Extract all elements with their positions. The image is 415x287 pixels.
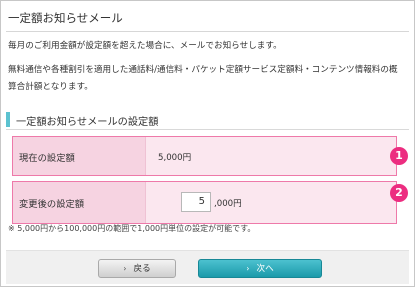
- title-divider: [6, 31, 409, 32]
- section-title: 一定額お知らせメールの設定額: [16, 117, 159, 128]
- new-amount-label-cell: 変更後の設定額: [13, 182, 146, 223]
- next-button-label: 次へ: [256, 264, 274, 274]
- new-amount-input[interactable]: 5: [181, 192, 211, 212]
- section-accent-bar: [6, 112, 10, 127]
- chevron-right-icon: ›: [246, 264, 250, 273]
- description-line-2: 無料通信や各種割引を適用した通話料/通信料・パケット定額サービス定額料・コンテン…: [8, 65, 398, 75]
- current-amount-label-cell: 現在の設定額: [13, 137, 146, 175]
- chevron-right-icon: ›: [123, 264, 127, 273]
- callout-badge-2: 2: [390, 184, 408, 202]
- description-line-1: 毎月のご利用金額が設定額を超えた場合に、メールでお知らせします。: [8, 41, 282, 51]
- new-amount-row: 変更後の設定額 5 ,000円: [12, 181, 397, 224]
- section-header: 一定額お知らせメールの設定額: [6, 111, 409, 130]
- current-amount-label: 現在の設定額: [19, 153, 75, 164]
- current-amount-row: 現在の設定額 5,000円: [12, 136, 397, 176]
- current-amount-value: 5,000円: [158, 153, 192, 163]
- description-line-3: 算合計額となります。: [8, 82, 93, 92]
- range-note: ※ 5,000円から100,000円の範囲で1,000円単位の設定が可能です。: [8, 224, 256, 233]
- new-amount-label: 変更後の設定額: [19, 199, 85, 210]
- page-title: 一定額お知らせメール: [8, 11, 123, 25]
- new-amount-unit: ,000円: [214, 199, 242, 209]
- next-button[interactable]: › 次へ: [198, 259, 322, 278]
- content-panel: 一定額お知らせメール 毎月のご利用金額が設定額を超えた場合に、メールでお知らせし…: [0, 0, 415, 287]
- back-button[interactable]: › 戻る: [98, 259, 176, 278]
- callout-badge-1: 1: [390, 147, 408, 165]
- back-button-label: 戻る: [133, 264, 151, 274]
